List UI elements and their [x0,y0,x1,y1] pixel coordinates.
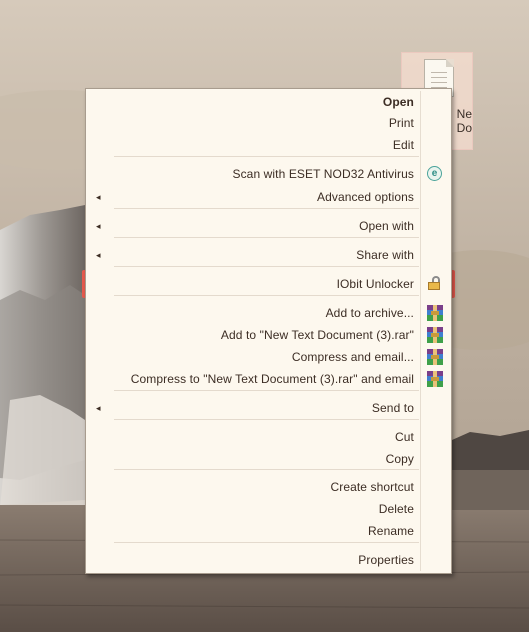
menu-item-label: Open with [359,219,414,233]
menu-item-label: Add to archive... [325,306,414,320]
menu-separator [114,542,419,543]
menu-item-label: Advanced options [316,190,414,204]
submenu-arrow-icon: ◂ [96,221,101,231]
menu-item-label: Copy [385,452,414,466]
menu-item-label: Delete [378,502,414,516]
menu-item-label: Print [388,116,414,130]
menu-item-create-shortcut[interactable]: Create shortcut [88,476,449,498]
menu-item-cut[interactable]: Cut [88,426,449,448]
menu-item-label: Cut [395,430,414,444]
menu-item-label: Compress to "New Text Document (3).rar" … [130,372,414,386]
menu-item-iobit-unlocker[interactable]: IObit Unlocker [88,273,449,295]
menu-separator [114,208,419,209]
menu-item-label: Open [382,95,414,109]
menu-item-label: IObit Unlocker [336,277,414,291]
menu-item-send-to[interactable]: Send to ◂ [88,397,449,419]
menu-item-label: Add to "New Text Document (3).rar" [220,328,414,342]
menu-item-scan-eset[interactable]: Scan with ESET NOD32 Antivirus e [88,163,449,185]
menu-item-open-with[interactable]: Open with ◂ [88,215,449,237]
menu-item-advanced-options[interactable]: Advanced options ◂ [88,186,449,208]
menu-item-edit[interactable]: Edit [88,134,449,156]
menu-item-delete[interactable]: Delete [88,498,449,520]
menu-item-compress-and-email[interactable]: Compress and email... [88,346,449,368]
menu-item-label: Create shortcut [330,480,414,494]
menu-item-add-to-rar[interactable]: Add to "New Text Document (3).rar" [88,324,449,346]
menu-item-label: Properties [358,553,414,567]
winrar-icon [427,327,443,343]
submenu-arrow-icon: ◂ [96,192,101,202]
menu-item-share-with[interactable]: Share with ◂ [88,244,449,266]
menu-separator [114,469,419,470]
menu-item-add-to-archive[interactable]: Add to archive... [88,302,449,324]
menu-separator [114,295,419,296]
menu-item-label: Edit [392,138,414,152]
submenu-arrow-icon: ◂ [96,403,101,413]
menu-separator [114,419,419,420]
winrar-icon [427,305,443,321]
menu-item-rename[interactable]: Rename [88,520,449,542]
menu-item-label: Scan with ESET NOD32 Antivirus [232,167,414,181]
menu-item-label: Rename [368,524,414,538]
submenu-arrow-icon: ◂ [96,250,101,260]
menu-item-print[interactable]: Print [88,112,449,134]
menu-item-open[interactable]: Open [88,91,449,113]
eset-icon: e [427,166,443,182]
menu-separator [114,266,419,267]
menu-separator [114,237,419,238]
menu-item-copy[interactable]: Copy [88,448,449,470]
menu-item-properties[interactable]: Properties [88,549,449,571]
unlock-icon [427,276,443,292]
winrar-icon [427,371,443,387]
menu-separator [114,390,419,391]
menu-separator [114,156,419,157]
menu-item-label: Send to [371,401,414,415]
eset-logo: e [427,166,442,181]
menu-item-compress-to-rar-and-email[interactable]: Compress to "New Text Document (3).rar" … [88,368,449,390]
menu-item-label: Compress and email... [291,350,414,364]
winrar-icon [427,349,443,365]
context-menu: Open Print Edit Scan with ESET NOD32 Antivi… [85,88,452,574]
menu-item-label: Share with [356,248,414,262]
